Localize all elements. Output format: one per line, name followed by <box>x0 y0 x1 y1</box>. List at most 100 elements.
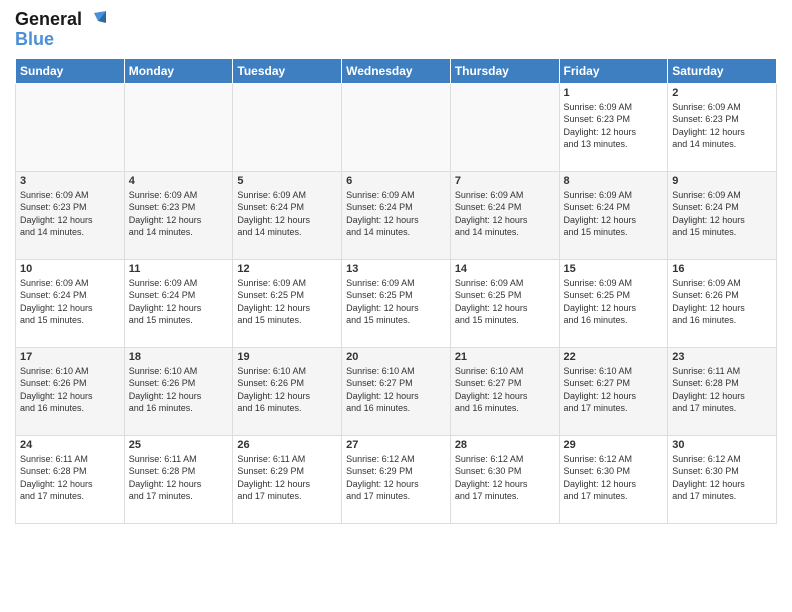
day-info: Sunrise: 6:09 AM Sunset: 6:25 PM Dayligh… <box>346 277 446 327</box>
calendar-week-row: 1 Sunrise: 6:09 AM Sunset: 6:23 PM Daylig… <box>16 83 777 171</box>
calendar-day-cell: 20 Sunrise: 6:10 AM Sunset: 6:27 PM Dayli… <box>342 347 451 435</box>
day-info: Sunrise: 6:10 AM Sunset: 6:26 PM Dayligh… <box>129 365 229 415</box>
calendar-day-cell: 22 Sunrise: 6:10 AM Sunset: 6:27 PM Dayli… <box>559 347 668 435</box>
calendar-day-cell: 9Sunrise: 6:09 AM Sunset: 6:24 PM Daylig… <box>668 171 777 259</box>
calendar-day-cell <box>450 83 559 171</box>
day-info: Sunrise: 6:09 AM Sunset: 6:24 PM Dayligh… <box>20 277 120 327</box>
logo-text-general: General <box>15 10 82 30</box>
day-info: Sunrise: 6:10 AM Sunset: 6:27 PM Dayligh… <box>346 365 446 415</box>
day-info: Sunrise: 6:09 AM Sunset: 6:26 PM Dayligh… <box>672 277 772 327</box>
page-container: General Blue SundayMondayTuesdayWednesda… <box>0 0 792 612</box>
day-info: Sunrise: 6:10 AM Sunset: 6:27 PM Dayligh… <box>564 365 664 415</box>
day-info: Sunrise: 6:09 AM Sunset: 6:24 PM Dayligh… <box>455 189 555 239</box>
calendar-day-cell: 23 Sunrise: 6:11 AM Sunset: 6:28 PM Dayli… <box>668 347 777 435</box>
day-info: Sunrise: 6:11 AM Sunset: 6:29 PM Dayligh… <box>237 453 337 503</box>
day-info: Sunrise: 6:09 AM Sunset: 6:23 PM Dayligh… <box>672 101 772 151</box>
day-number: 13 <box>346 263 446 275</box>
calendar-day-cell: 14Sunrise: 6:09 AM Sunset: 6:25 PM Dayli… <box>450 259 559 347</box>
day-number: 16 <box>672 263 772 275</box>
day-info: Sunrise: 6:12 AM Sunset: 6:30 PM Dayligh… <box>672 453 772 503</box>
calendar-week-row: 10Sunrise: 6:09 AM Sunset: 6:24 PM Dayli… <box>16 259 777 347</box>
day-info: Sunrise: 6:09 AM Sunset: 6:24 PM Dayligh… <box>129 277 229 327</box>
day-info: Sunrise: 6:11 AM Sunset: 6:28 PM Dayligh… <box>20 453 120 503</box>
day-number: 7 <box>455 175 555 187</box>
calendar-day-cell: 21 Sunrise: 6:10 AM Sunset: 6:27 PM Dayli… <box>450 347 559 435</box>
calendar-day-cell: 26 Sunrise: 6:11 AM Sunset: 6:29 PM Dayli… <box>233 435 342 523</box>
calendar-day-cell: 2 Sunrise: 6:09 AM Sunset: 6:23 PM Daylig… <box>668 83 777 171</box>
weekday-header: Sunday <box>16 58 125 83</box>
calendar-week-row: 17 Sunrise: 6:10 AM Sunset: 6:26 PM Dayli… <box>16 347 777 435</box>
day-info: Sunrise: 6:09 AM Sunset: 6:24 PM Dayligh… <box>237 189 337 239</box>
day-number: 19 <box>237 351 337 363</box>
calendar-day-cell: 19 Sunrise: 6:10 AM Sunset: 6:26 PM Dayli… <box>233 347 342 435</box>
calendar-day-cell: 3 Sunrise: 6:09 AM Sunset: 6:23 PM Daylig… <box>16 171 125 259</box>
day-number: 5 <box>237 175 337 187</box>
weekday-header: Monday <box>124 58 233 83</box>
day-info: Sunrise: 6:10 AM Sunset: 6:26 PM Dayligh… <box>20 365 120 415</box>
day-info: Sunrise: 6:09 AM Sunset: 6:24 PM Dayligh… <box>672 189 772 239</box>
day-number: 27 <box>346 439 446 451</box>
day-info: Sunrise: 6:12 AM Sunset: 6:30 PM Dayligh… <box>564 453 664 503</box>
weekday-header: Tuesday <box>233 58 342 83</box>
calendar-day-cell: 30Sunrise: 6:12 AM Sunset: 6:30 PM Dayli… <box>668 435 777 523</box>
day-info: Sunrise: 6:09 AM Sunset: 6:25 PM Dayligh… <box>564 277 664 327</box>
logo-text-blue: Blue <box>15 30 54 50</box>
day-number: 22 <box>564 351 664 363</box>
day-number: 2 <box>672 87 772 99</box>
day-number: 25 <box>129 439 229 451</box>
calendar-day-cell: 24 Sunrise: 6:11 AM Sunset: 6:28 PM Dayli… <box>16 435 125 523</box>
logo-bird-icon <box>84 11 106 29</box>
calendar-day-cell: 8 Sunrise: 6:09 AM Sunset: 6:24 PM Daylig… <box>559 171 668 259</box>
calendar-day-cell: 10Sunrise: 6:09 AM Sunset: 6:24 PM Dayli… <box>16 259 125 347</box>
calendar-day-cell: 27 Sunrise: 6:12 AM Sunset: 6:29 PM Dayli… <box>342 435 451 523</box>
calendar-day-cell: 7 Sunrise: 6:09 AM Sunset: 6:24 PM Daylig… <box>450 171 559 259</box>
weekday-header: Saturday <box>668 58 777 83</box>
day-info: Sunrise: 6:11 AM Sunset: 6:28 PM Dayligh… <box>672 365 772 415</box>
day-number: 21 <box>455 351 555 363</box>
calendar-day-cell <box>233 83 342 171</box>
day-number: 1 <box>564 87 664 99</box>
day-number: 14 <box>455 263 555 275</box>
day-info: Sunrise: 6:10 AM Sunset: 6:26 PM Dayligh… <box>237 365 337 415</box>
calendar-week-row: 24 Sunrise: 6:11 AM Sunset: 6:28 PM Dayli… <box>16 435 777 523</box>
weekday-header: Thursday <box>450 58 559 83</box>
calendar-day-cell: 1Sunrise: 6:09 AM Sunset: 6:23 PM Daylig… <box>559 83 668 171</box>
day-number: 8 <box>564 175 664 187</box>
calendar-day-cell: 29Sunrise: 6:12 AM Sunset: 6:30 PM Dayli… <box>559 435 668 523</box>
day-info: Sunrise: 6:12 AM Sunset: 6:30 PM Dayligh… <box>455 453 555 503</box>
calendar-day-cell: 28 Sunrise: 6:12 AM Sunset: 6:30 PM Dayli… <box>450 435 559 523</box>
day-number: 11 <box>129 263 229 275</box>
weekday-header: Wednesday <box>342 58 451 83</box>
calendar-day-cell: 6 Sunrise: 6:09 AM Sunset: 6:24 PM Daylig… <box>342 171 451 259</box>
day-number: 28 <box>455 439 555 451</box>
calendar-day-cell <box>16 83 125 171</box>
day-info: Sunrise: 6:12 AM Sunset: 6:29 PM Dayligh… <box>346 453 446 503</box>
calendar-day-cell: 17 Sunrise: 6:10 AM Sunset: 6:26 PM Dayli… <box>16 347 125 435</box>
day-info: Sunrise: 6:11 AM Sunset: 6:28 PM Dayligh… <box>129 453 229 503</box>
day-info: Sunrise: 6:09 AM Sunset: 6:24 PM Dayligh… <box>346 189 446 239</box>
day-number: 17 <box>20 351 120 363</box>
day-number: 20 <box>346 351 446 363</box>
calendar-day-cell: 15 Sunrise: 6:09 AM Sunset: 6:25 PM Dayli… <box>559 259 668 347</box>
day-number: 24 <box>20 439 120 451</box>
day-number: 6 <box>346 175 446 187</box>
day-info: Sunrise: 6:09 AM Sunset: 6:24 PM Dayligh… <box>564 189 664 239</box>
calendar-day-cell: 12 Sunrise: 6:09 AM Sunset: 6:25 PM Dayli… <box>233 259 342 347</box>
weekday-header: Friday <box>559 58 668 83</box>
calendar-day-cell: 18Sunrise: 6:10 AM Sunset: 6:26 PM Dayli… <box>124 347 233 435</box>
day-info: Sunrise: 6:09 AM Sunset: 6:23 PM Dayligh… <box>129 189 229 239</box>
calendar-day-cell: 4Sunrise: 6:09 AM Sunset: 6:23 PM Daylig… <box>124 171 233 259</box>
day-number: 12 <box>237 263 337 275</box>
day-info: Sunrise: 6:09 AM Sunset: 6:25 PM Dayligh… <box>237 277 337 327</box>
day-number: 3 <box>20 175 120 187</box>
calendar-day-cell: 13 Sunrise: 6:09 AM Sunset: 6:25 PM Dayli… <box>342 259 451 347</box>
day-number: 15 <box>564 263 664 275</box>
day-number: 23 <box>672 351 772 363</box>
calendar-day-cell: 16 Sunrise: 6:09 AM Sunset: 6:26 PM Dayli… <box>668 259 777 347</box>
day-info: Sunrise: 6:10 AM Sunset: 6:27 PM Dayligh… <box>455 365 555 415</box>
day-info: Sunrise: 6:09 AM Sunset: 6:23 PM Dayligh… <box>20 189 120 239</box>
calendar-week-row: 3 Sunrise: 6:09 AM Sunset: 6:23 PM Daylig… <box>16 171 777 259</box>
calendar-day-cell: 25 Sunrise: 6:11 AM Sunset: 6:28 PM Dayli… <box>124 435 233 523</box>
day-number: 26 <box>237 439 337 451</box>
calendar-day-cell <box>124 83 233 171</box>
